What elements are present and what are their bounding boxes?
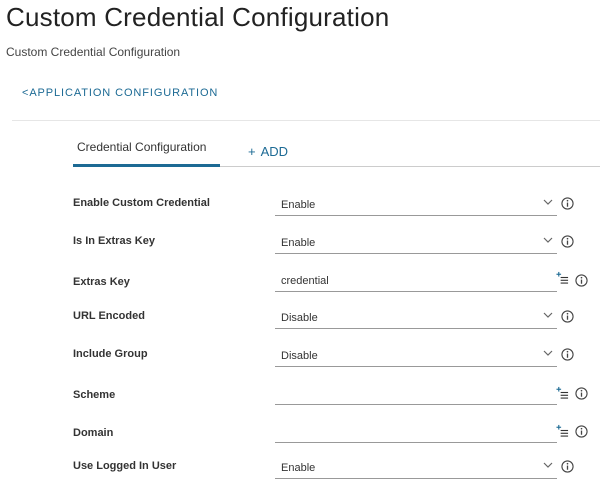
form-row-include-group: Include Group Disable xyxy=(0,348,600,380)
tab-credential-configuration[interactable]: Credential Configuration xyxy=(73,140,220,167)
url-encoded-value: Disable xyxy=(281,312,318,324)
use-logged-in-user-select[interactable]: Enable xyxy=(275,457,557,479)
form-row-url-encoded: URL Encoded Disable xyxy=(0,310,600,342)
header-divider xyxy=(12,120,600,121)
field-label-extras-key: Extras Key xyxy=(73,276,130,288)
include-group-value: Disable xyxy=(281,350,318,362)
page-subtitle: Custom Credential Configuration xyxy=(6,45,181,59)
add-tab-label: ADD xyxy=(260,144,289,159)
scheme-input[interactable] xyxy=(275,383,557,405)
insert-lookup-value-icon[interactable] xyxy=(556,386,569,399)
extras-key-input[interactable]: credential xyxy=(275,270,557,292)
chevron-down-icon xyxy=(543,350,553,356)
url-encoded-select[interactable]: Disable xyxy=(275,307,557,329)
tab-bar: Credential Configuration + ADD xyxy=(73,140,600,167)
form-row-is-in-extras-key: Is In Extras Key Enable xyxy=(0,235,600,267)
chevron-down-icon xyxy=(543,462,553,468)
info-icon[interactable] xyxy=(561,310,574,323)
enable-custom-credential-select[interactable]: Enable xyxy=(275,194,557,216)
insert-lookup-value-icon[interactable] xyxy=(556,424,569,437)
form-row-extras-key: Extras Key credential xyxy=(0,271,600,308)
field-label-scheme: Scheme xyxy=(73,389,116,401)
domain-input[interactable] xyxy=(275,421,557,443)
use-logged-in-user-value: Enable xyxy=(281,462,316,474)
is-in-extras-key-value: Enable xyxy=(281,237,316,249)
is-in-extras-key-select[interactable]: Enable xyxy=(275,232,557,254)
field-label-url-encoded: URL Encoded xyxy=(73,310,145,322)
info-icon[interactable] xyxy=(561,348,574,361)
field-label-is-in-extras-key: Is In Extras Key xyxy=(73,235,155,247)
enable-custom-credential-value: Enable xyxy=(281,199,316,211)
form-row-use-logged-in-user: Use Logged In User Enable xyxy=(0,460,600,492)
tab-credential-configuration-label: Credential Configuration xyxy=(77,140,207,154)
info-icon[interactable] xyxy=(561,460,574,473)
field-label-use-logged-in-user: Use Logged In User xyxy=(73,460,177,472)
info-icon[interactable] xyxy=(575,274,588,287)
form-row-scheme: Scheme xyxy=(0,386,600,421)
plus-icon: + xyxy=(248,144,256,159)
info-icon[interactable] xyxy=(575,425,588,438)
chevron-down-icon xyxy=(543,312,553,318)
info-icon[interactable] xyxy=(575,387,588,400)
info-icon[interactable] xyxy=(561,235,574,248)
chevron-down-icon xyxy=(543,237,553,243)
field-label-domain: Domain xyxy=(73,427,114,439)
add-tab-button[interactable]: + ADD xyxy=(248,144,288,168)
extras-key-value: credential xyxy=(281,275,329,287)
include-group-select[interactable]: Disable xyxy=(275,345,557,367)
page-title: Custom Credential Configuration xyxy=(6,2,390,32)
form-row-enable-custom-credential: Enable Custom Credential Enable xyxy=(0,197,600,229)
field-label-include-group: Include Group xyxy=(73,348,148,360)
field-label-enable-custom-credential: Enable Custom Credential xyxy=(73,197,210,209)
insert-lookup-value-icon[interactable] xyxy=(556,271,569,284)
info-icon[interactable] xyxy=(561,197,574,210)
form-row-domain: Domain xyxy=(0,424,600,459)
chevron-down-icon xyxy=(543,199,553,205)
back-link-application-configuration[interactable]: <APPLICATION CONFIGURATION xyxy=(22,87,218,99)
